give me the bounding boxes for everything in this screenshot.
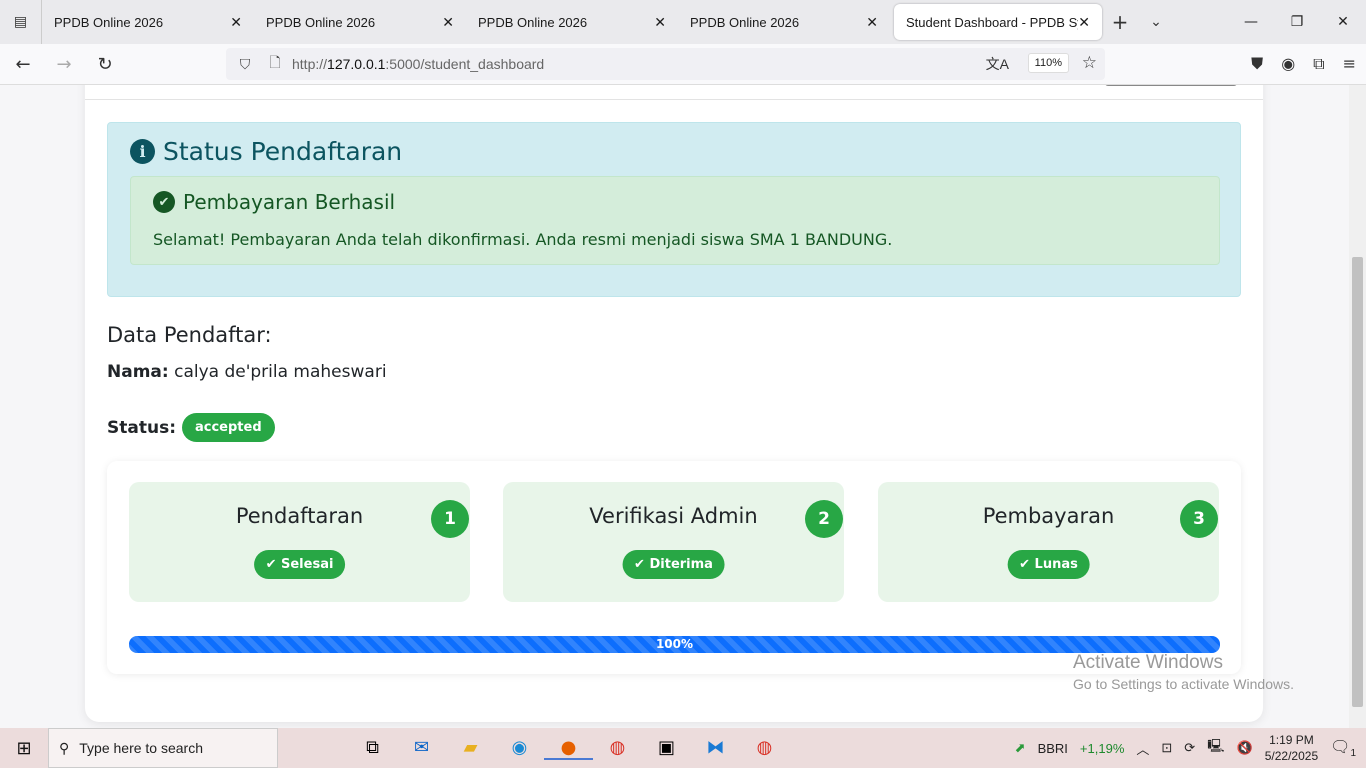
url-bar[interactable]: ⛉ 🗋 http://127.0.0.1:5000/student_dashbo… bbox=[226, 48, 1105, 80]
terminal-icon[interactable]: ▣ bbox=[642, 737, 691, 760]
status-badge: accepted bbox=[182, 413, 275, 442]
step-number: 3 bbox=[1180, 500, 1218, 538]
zoom-level[interactable]: 110% bbox=[1027, 53, 1069, 73]
close-icon[interactable]: ✕ bbox=[230, 14, 242, 31]
new-tab-icon[interactable]: + bbox=[1102, 10, 1138, 34]
back-icon[interactable]: ← bbox=[5, 54, 41, 75]
nav-bar: ← → ↻ ⛉ 🗋 http://127.0.0.1:5000/student_… bbox=[0, 44, 1366, 85]
chrome-icon[interactable]: ◍ bbox=[593, 737, 642, 760]
firefox-icon[interactable]: ● bbox=[544, 737, 593, 760]
browser-tab[interactable]: PPDB Online 2026 ✕ bbox=[42, 4, 254, 40]
scrollbar[interactable] bbox=[1349, 85, 1366, 728]
notifications-icon[interactable]: 🗨1 bbox=[1330, 737, 1356, 759]
step-badge: ✔ Diterima bbox=[622, 550, 725, 579]
bookmark-star-icon[interactable]: ☆ bbox=[1082, 53, 1097, 73]
vscode-icon[interactable]: ⧓ bbox=[691, 737, 740, 760]
alert-title: Pembayaran Berhasil bbox=[183, 190, 396, 214]
progress-steps: Pendaftaran 1 ✔ Selesai Verifikasi Admin 2 ✔… bbox=[107, 461, 1241, 674]
taskbar: ⊞ ⚲ Type here to search ⧉ ✉ ▰ ◉ ● ◍ ▣ ⧓ ◍… bbox=[0, 728, 1366, 768]
edge-icon[interactable]: ◉ bbox=[495, 737, 544, 760]
forward-icon[interactable]: → bbox=[46, 54, 82, 75]
activate-windows-watermark: Activate Windows Go to Settings to activa… bbox=[1073, 652, 1294, 692]
minimize-icon[interactable]: — bbox=[1228, 0, 1274, 44]
tab-title: PPDB Online 2026 bbox=[690, 14, 800, 30]
restore-icon[interactable]: ❐ bbox=[1274, 0, 1320, 44]
reload-icon[interactable]: ↻ bbox=[87, 54, 123, 75]
status-alert: i Status Pendaftaran ✔ Pembayaran Berhasil… bbox=[107, 122, 1241, 297]
extensions-icon[interactable]: ⧉ bbox=[1313, 54, 1324, 74]
browser-tab[interactable]: PPDB Online 2026 ✕ bbox=[466, 4, 678, 40]
browser-tab[interactable]: PPDB Online 2026 ✕ bbox=[254, 4, 466, 40]
volume-muted-icon[interactable]: 🔇 bbox=[1237, 740, 1253, 756]
camera-icon[interactable]: ⊡ bbox=[1161, 740, 1172, 756]
chevron-up-icon[interactable]: ︿ bbox=[1136, 739, 1149, 758]
progress-fill: 100% bbox=[129, 636, 1220, 653]
applicant-name: Nama: calya de'prila maheswari bbox=[107, 362, 387, 382]
status-title: Status Pendaftaran bbox=[163, 137, 403, 166]
step-number: 1 bbox=[431, 500, 469, 538]
search-icon: ⚲ bbox=[59, 739, 70, 756]
stock-change: +1,19% bbox=[1079, 740, 1125, 756]
stock-trend-icon: ⬈ bbox=[1014, 740, 1026, 755]
taskbar-search[interactable]: ⚲ Type here to search bbox=[48, 728, 278, 768]
alert-text: Selamat! Pembayaran Anda telah dikonfirm… bbox=[153, 230, 893, 249]
window-close-icon[interactable]: ✕ bbox=[1320, 0, 1366, 44]
browser-tab-active[interactable]: Student Dashboard - PPDB Syster✕ bbox=[894, 4, 1102, 40]
step-pembayaran: Pembayaran 3 ✔ Lunas bbox=[878, 482, 1219, 602]
windows-start-icon[interactable]: ⊞ bbox=[0, 738, 48, 759]
close-icon[interactable]: ✕ bbox=[1078, 14, 1090, 31]
step-number: 2 bbox=[805, 500, 843, 538]
step-verifikasi: Verifikasi Admin 2 ✔ Diterima bbox=[503, 482, 844, 602]
browser-tab[interactable]: PPDB Online 2026 ✕ bbox=[678, 4, 890, 40]
close-icon[interactable]: ✕ bbox=[442, 14, 454, 31]
network-icon[interactable]: 🖳 bbox=[1207, 737, 1224, 759]
translate-icon[interactable]: 文A bbox=[986, 54, 1009, 74]
step-badge: ✔ Lunas bbox=[1007, 550, 1090, 579]
stock-name: BBRI bbox=[1037, 740, 1068, 756]
close-icon[interactable]: ✕ bbox=[654, 14, 666, 31]
url-text: http://127.0.0.1:5000/student_dashboard bbox=[292, 56, 545, 72]
header-button[interactable] bbox=[1105, 85, 1237, 86]
pocket-icon[interactable]: ⛊ bbox=[1251, 54, 1263, 74]
page-viewport: i Status Pendaftaran ✔ Pembayaran Berhasil… bbox=[0, 85, 1349, 728]
tab-title: Student Dashboard - PPDB Syster bbox=[906, 14, 1078, 30]
payment-success-alert: ✔ Pembayaran Berhasil Selamat! Pembayaran… bbox=[130, 176, 1220, 265]
outlook-icon[interactable]: ✉ bbox=[397, 737, 446, 760]
tab-list-icon[interactable]: ▤ bbox=[0, 0, 42, 44]
chevron-down-icon[interactable]: ⌄ bbox=[1138, 14, 1174, 30]
applicant-status: Status: accepted bbox=[107, 413, 275, 442]
close-icon[interactable]: ✕ bbox=[866, 14, 878, 31]
dashboard-card: i Status Pendaftaran ✔ Pembayaran Berhasil… bbox=[85, 85, 1263, 722]
shield-icon[interactable]: ⛉ bbox=[234, 56, 256, 73]
tab-title: PPDB Online 2026 bbox=[54, 14, 164, 30]
task-view-icon[interactable]: ⧉ bbox=[348, 737, 397, 760]
page-icon: 🗋 bbox=[269, 54, 281, 70]
account-icon[interactable]: ◉ bbox=[1281, 54, 1295, 74]
chrome-icon[interactable]: ◍ bbox=[740, 737, 789, 760]
clock[interactable]: 1:19 PM 5/22/2025 bbox=[1265, 732, 1318, 764]
check-circle-icon: ✔ bbox=[153, 191, 175, 213]
info-icon: i bbox=[130, 139, 155, 164]
progress-bar: 100% bbox=[129, 636, 1220, 653]
sync-icon[interactable]: ⟳ bbox=[1184, 740, 1195, 756]
file-explorer-icon[interactable]: ▰ bbox=[446, 737, 495, 760]
tab-title: PPDB Online 2026 bbox=[478, 14, 588, 30]
tab-bar: ▤ PPDB Online 2026 ✕ PPDB Online 2026 ✕ PP… bbox=[0, 0, 1366, 44]
menu-icon[interactable]: ≡ bbox=[1343, 54, 1356, 74]
step-badge: ✔ Selesai bbox=[253, 550, 346, 579]
tab-title: PPDB Online 2026 bbox=[266, 14, 376, 30]
applicant-heading: Data Pendaftar: bbox=[107, 323, 272, 347]
step-pendaftaran: Pendaftaran 1 ✔ Selesai bbox=[129, 482, 470, 602]
